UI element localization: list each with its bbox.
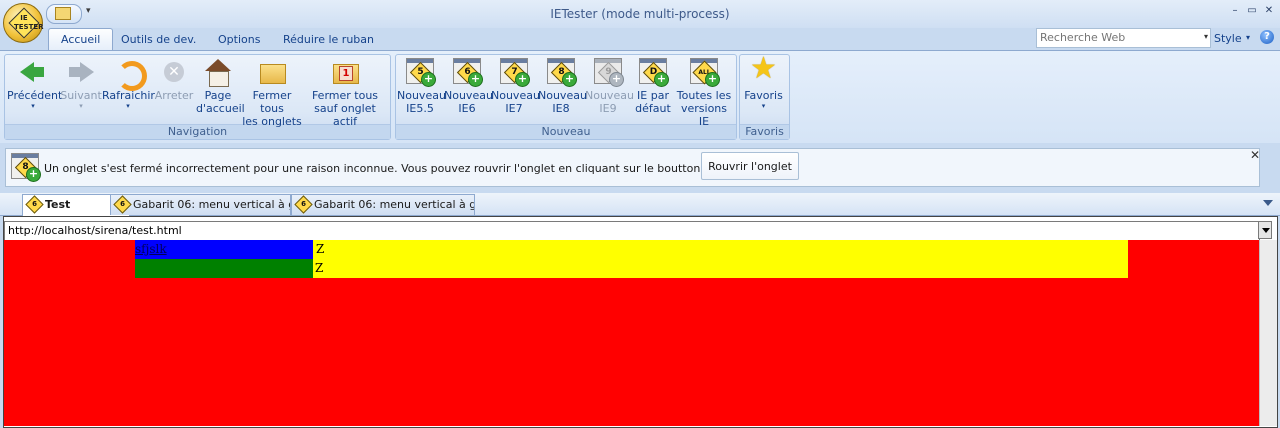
reopen-tab-button[interactable]: Rouvrir l'onglet xyxy=(701,152,799,180)
ie9-window-icon: 9 + xyxy=(593,57,624,87)
refresh-icon xyxy=(113,57,147,91)
ie6-tab-icon: 6 xyxy=(294,195,313,214)
address-dropdown-icon[interactable] xyxy=(1258,221,1272,239)
ietester-logo-icon: IE TESTER xyxy=(8,7,44,39)
new-ie6-button[interactable]: 6 + Nouveau IE6 xyxy=(444,56,493,115)
group-label-favoris: Favoris xyxy=(740,124,789,139)
all-ie-window-icon: ALL + xyxy=(689,57,720,87)
title-bar: IETester (mode multi-process) – ▭ ✕ xyxy=(0,0,1280,28)
web-page-content: sfjslk Z Z xyxy=(4,240,1259,426)
maximize-button[interactable]: ▭ xyxy=(1245,5,1259,16)
style-dropdown-icon[interactable]: ▾ xyxy=(1246,33,1250,42)
search-dropdown-icon[interactable]: ▾ xyxy=(1204,32,1208,41)
new-ie9-button[interactable]: 9 + Nouveau IE9 xyxy=(585,56,634,115)
minimize-button[interactable]: – xyxy=(1228,5,1242,16)
close-all-tabs-button[interactable]: Fermer tous les onglets xyxy=(240,56,304,128)
forward-dropdown-icon[interactable]: ▾ xyxy=(60,102,102,111)
ie8-crashed-tab-icon: 8 + xyxy=(10,152,41,182)
home-icon xyxy=(203,57,233,87)
tab-options[interactable]: Options xyxy=(206,29,272,50)
ie6-tab-icon: 6 xyxy=(113,195,132,214)
ie8-window-icon: 8 + xyxy=(546,57,577,87)
stop-button[interactable]: ✕ Arreter xyxy=(154,56,194,102)
favorites-button[interactable]: ★ Favoris ▾ xyxy=(741,51,786,111)
doc-tab-gabarit-1[interactable]: 6 Gabarit 06: menu vertical à g... xyxy=(110,194,291,215)
quick-access-toolbar xyxy=(46,4,82,24)
blue-block: sfjslk xyxy=(135,240,313,259)
refresh-button[interactable]: Rafraichir ▾ xyxy=(102,56,155,111)
all-ie-versions-button[interactable]: ALL + Toutes les versions IE xyxy=(675,56,733,128)
ie55-window-icon: 5 + xyxy=(405,57,436,87)
ie6-tab-icon: 6 xyxy=(25,195,44,214)
close-window-button[interactable]: ✕ xyxy=(1262,5,1276,16)
back-arrow-icon xyxy=(18,57,48,87)
page-link[interactable]: sfjslk xyxy=(135,242,167,256)
close-all-but-active-button[interactable]: 1 Fermer tous sauf onglet actif xyxy=(304,56,386,128)
ie7-window-icon: 7 + xyxy=(499,57,530,87)
help-icon[interactable]: ? xyxy=(1260,30,1274,44)
address-input[interactable] xyxy=(5,222,1251,238)
notification-message: Un onglet s'est fermé incorrectement pou… xyxy=(44,162,798,175)
open-folder-icon[interactable] xyxy=(55,7,71,20)
default-ie-button[interactable]: D + IE par défaut xyxy=(632,56,674,115)
new-ie8-button[interactable]: 8 + Nouveau IE8 xyxy=(538,56,587,115)
window-title: IETester (mode multi-process) xyxy=(550,7,730,21)
qat-customize-icon[interactable]: ▾ xyxy=(86,6,91,16)
back-dropdown-icon[interactable]: ▾ xyxy=(7,102,59,111)
star-icon: ★ xyxy=(750,51,777,86)
new-ie7-button[interactable]: 7 + Nouveau IE7 xyxy=(491,56,540,115)
tabs-list-dropdown-icon[interactable] xyxy=(1263,200,1273,206)
close-all-folder-icon xyxy=(257,57,287,87)
style-menu[interactable]: Style xyxy=(1214,32,1242,45)
tab-reduire-le-ruban[interactable]: Réduire le ruban xyxy=(271,29,386,50)
new-ie55-button[interactable]: 5 + Nouveau IE5.5 xyxy=(397,56,446,115)
forward-arrow-icon xyxy=(66,57,96,87)
close-notification-icon[interactable]: ✕ xyxy=(1250,148,1260,162)
web-search-box: ▾ xyxy=(1036,28,1211,48)
green-block xyxy=(135,259,313,278)
stop-icon: ✕ xyxy=(159,57,189,87)
web-search-input[interactable] xyxy=(1037,29,1198,45)
back-button[interactable]: Précédent ▾ xyxy=(7,56,62,111)
address-bar xyxy=(4,221,1260,241)
app-menu-button[interactable]: IE TESTER xyxy=(3,3,44,43)
default-ie-window-icon: D + xyxy=(638,57,669,87)
vertical-scrollbar[interactable] xyxy=(1259,240,1277,426)
forward-button[interactable]: Suivant ▾ xyxy=(60,56,102,111)
refresh-dropdown-icon[interactable]: ▾ xyxy=(102,102,154,111)
home-page-button[interactable]: Page d'accueil xyxy=(196,56,245,115)
doc-tab-gabarit-2[interactable]: 6 Gabarit 06: menu vertical à g... xyxy=(291,194,475,215)
favorites-dropdown-icon[interactable]: ▾ xyxy=(741,102,786,111)
close-others-folder-icon: 1 xyxy=(330,57,360,87)
yellow-block-row2: Z xyxy=(313,259,1128,278)
tab-accueil[interactable]: Accueil xyxy=(48,28,114,50)
tab-outils-de-dev[interactable]: Outils de dev. xyxy=(109,29,208,50)
notification-bar: 8 + Un onglet s'est fermé incorrectement … xyxy=(5,148,1260,187)
ie6-window-icon: 6 + xyxy=(452,57,483,87)
yellow-block-row1: Z xyxy=(313,240,1128,259)
